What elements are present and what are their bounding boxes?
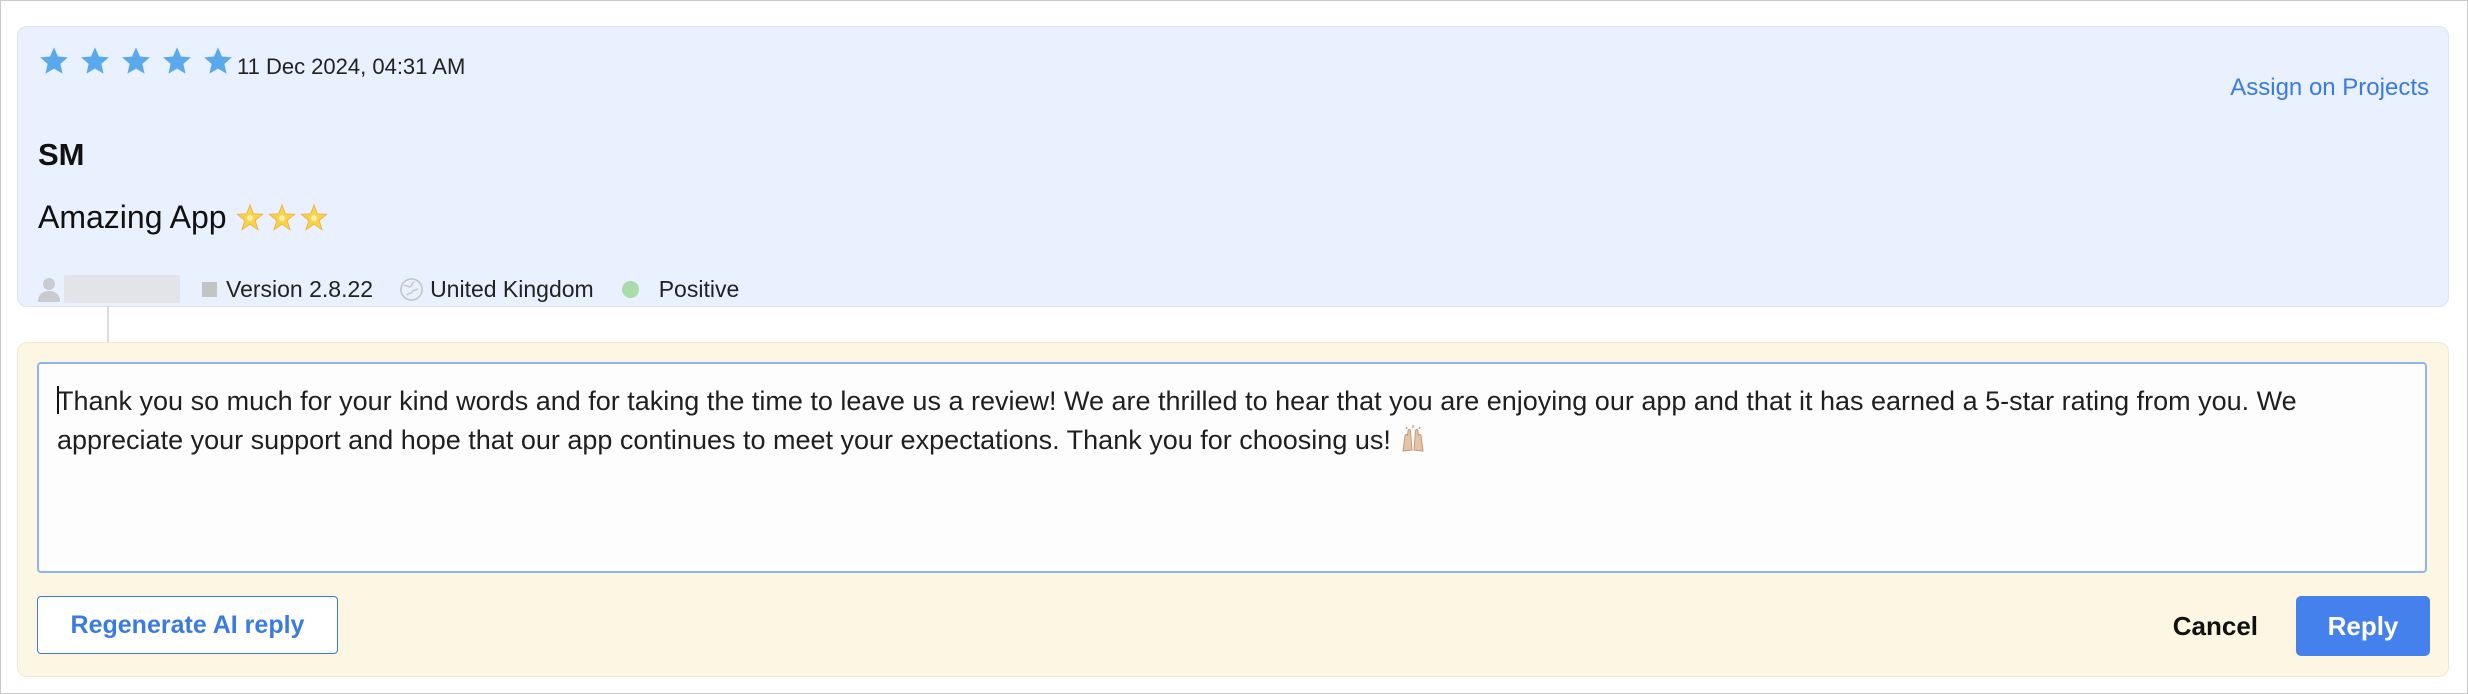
reply-button[interactable]: Reply (2296, 596, 2430, 656)
star-icon (40, 47, 68, 74)
regenerate-ai-reply-button[interactable]: Regenerate AI reply (37, 596, 338, 654)
reply-text: Thank you so much for your kind words an… (57, 386, 2297, 455)
thread-connector (107, 306, 109, 342)
assign-on-projects-link[interactable]: Assign on Projects (2230, 74, 2429, 102)
app-version: Version 2.8.22 (226, 275, 374, 302)
review-title: Amazing App (38, 199, 329, 236)
star-rating (38, 45, 234, 77)
reply-textarea[interactable]: Thank you so much for your kind words an… (37, 362, 2427, 573)
star-icon (122, 47, 150, 74)
sparkle-star-icon (267, 203, 296, 231)
reviewer-country: United Kingdom (430, 275, 594, 302)
reply-text-content: Thank you so much for your kind words an… (57, 382, 2385, 460)
review-reply-widget: Assign on Projects SM Amazing App Versio… (0, 0, 2468, 694)
globe-icon (400, 277, 423, 301)
version-icon (202, 281, 217, 297)
star-icon (81, 47, 109, 74)
review-meta-row: Version 2.8.22 United Kingdom Positive (36, 275, 739, 303)
sparkle-star-icon (299, 203, 328, 231)
star-icon (163, 47, 191, 74)
sparkle-emojis (235, 203, 329, 233)
review-date: 11 Dec 2024, 04:31 AM (237, 54, 466, 79)
star-icon (204, 47, 232, 74)
sparkle-star-icon (235, 203, 264, 231)
user-icon (38, 278, 60, 302)
reply-panel: Thank you so much for your kind words an… (17, 342, 2449, 677)
redacted-username (64, 275, 180, 303)
review-title-text: Amazing App (38, 199, 227, 235)
reviewer-name: SM (38, 137, 85, 172)
sentiment-label: Positive (658, 275, 740, 302)
raised-hands-icon (1402, 425, 1424, 452)
sentiment-indicator (621, 280, 639, 298)
cancel-button[interactable]: Cancel (2173, 611, 2258, 642)
